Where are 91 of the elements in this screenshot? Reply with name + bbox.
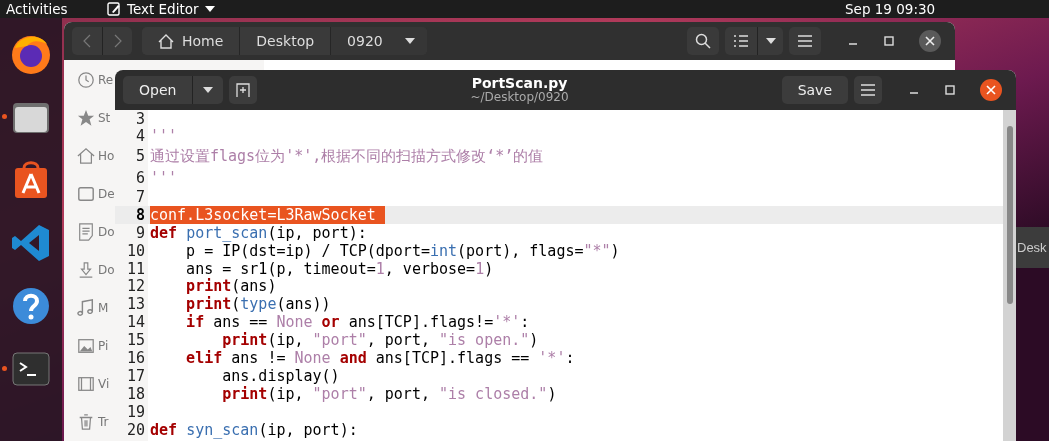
code-line: print(ip, "port", port, "is closed.") (221, 384, 557, 403)
code-line: def syn_scan(ip, port): (150, 420, 358, 439)
menu-icon (861, 84, 875, 96)
trash-icon (77, 413, 95, 431)
activities-button[interactable]: Activities (0, 1, 102, 17)
window-title: PortScan.py (471, 75, 568, 92)
code-line: 通过设置flags位为'*',根据不同的扫描方式修改‘*’的值 (150, 146, 544, 166)
line-number: 3 (134, 109, 146, 128)
line-number: 9 (134, 223, 146, 242)
sidebar-item[interactable]: Do (98, 225, 115, 239)
code-line: p = IP(dst=ip) / TCP(dport=int(port), flags="*") (185, 241, 620, 260)
terminal-icon[interactable] (11, 349, 51, 389)
line-number: 19 (125, 402, 146, 421)
close-icon[interactable] (980, 79, 1002, 101)
open-menu-button[interactable] (192, 76, 224, 104)
line-number: 17 (125, 366, 146, 385)
star-icon (77, 109, 95, 127)
code-line: print(ans) (185, 277, 277, 296)
line-number: 13 (125, 295, 146, 314)
line-number: 8 (134, 205, 146, 224)
line-number: 6 (134, 169, 146, 187)
line-number: 11 (125, 259, 146, 278)
code-line: print(ip, "port", port, "is open.") (222, 331, 539, 350)
clock-icon (77, 71, 95, 89)
code-line: ''' (150, 126, 178, 145)
line-number: 4 (134, 126, 146, 145)
code-editor-icon[interactable] (11, 223, 51, 263)
maximize-icon[interactable] (944, 84, 956, 96)
image-icon (77, 337, 95, 355)
code-line: if ans == None or ans[TCP].flags!='*': (185, 313, 530, 332)
forward-icon (113, 34, 122, 48)
film-icon (77, 375, 95, 393)
line-number: 16 (125, 348, 146, 367)
line-number: 5 (134, 147, 146, 165)
code-line: elif ans != None and ans[TCP].flags == '*': (185, 348, 575, 367)
new-tab-button[interactable] (229, 76, 258, 104)
caret-icon (204, 6, 215, 12)
list-view-button[interactable] (725, 27, 757, 55)
clock[interactable]: Sep 19 09:30 (845, 1, 936, 17)
document-icon (77, 185, 95, 203)
code-line: def port_scan(ip, port): (150, 223, 367, 242)
help-icon[interactable] (11, 286, 51, 326)
window-tab[interactable]: Desk (1016, 227, 1049, 268)
back-icon (83, 34, 91, 48)
line-number: 7 (134, 187, 146, 206)
line-number: 10 (125, 241, 146, 260)
app-menu[interactable]: Text Editor (107, 1, 215, 17)
caret-icon (203, 87, 214, 93)
pencil-icon (107, 2, 121, 16)
save-button[interactable]: Save (781, 76, 848, 104)
new-tab-icon (236, 83, 251, 97)
maximize-icon[interactable] (883, 35, 895, 47)
running-indicator (2, 114, 7, 119)
sidebar-item[interactable]: Do (98, 263, 115, 277)
running-indicator (2, 366, 7, 371)
document-icon (77, 223, 95, 241)
home-icon (158, 33, 174, 49)
sidebar-item[interactable]: Pi (98, 339, 109, 353)
search-button[interactable] (687, 27, 719, 55)
sidebar-item[interactable]: Re (98, 73, 114, 87)
list-icon (733, 34, 749, 48)
sidebar-item[interactable]: Ho (98, 149, 115, 163)
sidebar-item[interactable]: M (98, 301, 109, 315)
caret-icon (404, 38, 415, 44)
menu-icon (798, 35, 812, 47)
line-number: 20 (125, 420, 146, 439)
open-button[interactable]: Open (123, 76, 193, 104)
code-line: print(type(ans)) (185, 295, 331, 314)
sidebar-item[interactable]: St (98, 111, 111, 125)
line-number: 12 (125, 277, 146, 296)
view-options-button[interactable] (757, 27, 783, 55)
caret-icon (765, 38, 776, 44)
download-icon (77, 261, 95, 279)
line-number: 14 (125, 313, 146, 332)
code-line: ans.display() (221, 366, 340, 385)
music-note-icon (77, 299, 95, 317)
search-icon (695, 33, 711, 49)
line-number: 15 (125, 331, 146, 350)
home-icon (77, 147, 95, 165)
path-button[interactable]: 0920 (331, 27, 427, 55)
line-number: 18 (125, 384, 146, 403)
code-line: ans = sr1(p, timeout=1, verbose=1) (185, 259, 494, 278)
sidebar-item[interactable]: Vi (98, 377, 110, 391)
menu-button[interactable] (854, 76, 882, 104)
sidebar-item[interactable]: Tr (98, 415, 109, 429)
file-path: ~/Desktop/0920 (470, 91, 569, 105)
menu-button[interactable] (789, 27, 821, 55)
close-icon[interactable] (919, 30, 941, 52)
sidebar-item[interactable]: De (98, 187, 115, 201)
code-line: ''' (150, 169, 178, 187)
scrollbar[interactable] (1003, 110, 1016, 441)
